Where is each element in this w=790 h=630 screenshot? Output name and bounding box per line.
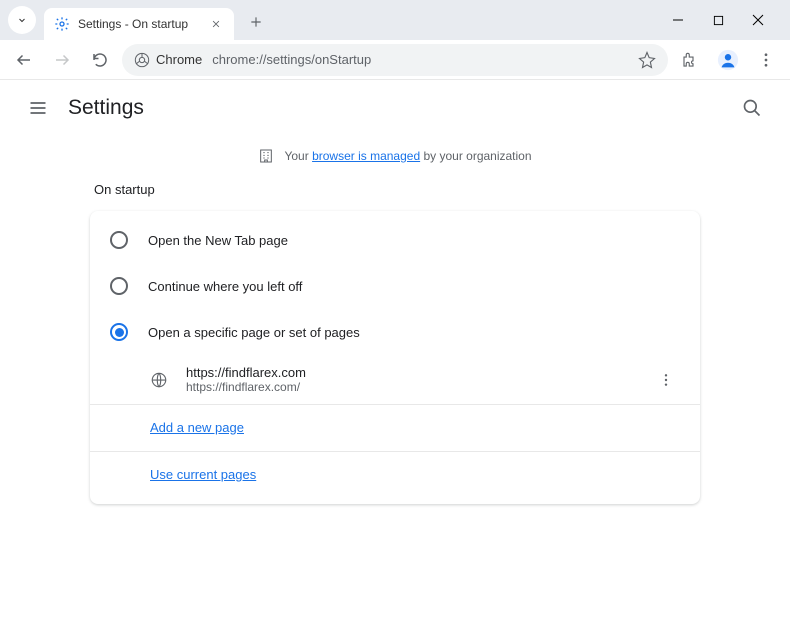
chevron-down-icon	[16, 14, 28, 26]
reload-button[interactable]	[84, 44, 116, 76]
radio-icon	[110, 277, 128, 295]
window-controls	[666, 8, 790, 32]
tab-search-dropdown[interactable]	[8, 6, 36, 34]
tab-close-button[interactable]	[208, 16, 224, 32]
hamburger-icon	[28, 98, 48, 118]
page-full-url: https://findflarex.com/	[186, 380, 652, 394]
building-icon	[258, 148, 274, 164]
new-tab-button[interactable]	[242, 8, 270, 36]
back-button[interactable]	[8, 44, 40, 76]
page-title: Settings	[68, 96, 144, 120]
managed-banner: Your browser is managed by your organiza…	[0, 136, 790, 182]
globe-icon	[150, 371, 168, 389]
add-page-link[interactable]: Add a new page	[150, 420, 244, 435]
close-window-button[interactable]	[746, 8, 770, 32]
radio-continue[interactable]: Continue where you left off	[90, 263, 700, 309]
menu-button[interactable]	[750, 44, 782, 76]
maximize-button[interactable]	[706, 8, 730, 32]
browser-tab[interactable]: Settings - On startup	[44, 8, 234, 40]
dots-vertical-icon	[658, 372, 674, 388]
radio-new-tab[interactable]: Open the New Tab page	[90, 217, 700, 263]
tab-title: Settings - On startup	[78, 17, 200, 31]
plus-icon	[249, 15, 263, 29]
radio-label: Open the New Tab page	[148, 233, 288, 248]
radio-label: Continue where you left off	[148, 279, 302, 294]
radio-specific-pages[interactable]: Open a specific page or set of pages	[90, 309, 700, 355]
settings-menu-button[interactable]	[20, 90, 56, 126]
gear-icon	[54, 16, 70, 32]
radio-label: Open a specific page or set of pages	[148, 325, 360, 340]
forward-arrow-icon	[53, 51, 71, 69]
section-title: On startup	[90, 182, 700, 197]
puzzle-icon	[681, 51, 699, 69]
add-page-row: Add a new page	[90, 405, 700, 452]
url-text: chrome://settings/onStartup	[212, 52, 628, 67]
back-arrow-icon	[15, 51, 33, 69]
extensions-button[interactable]	[674, 44, 706, 76]
site-chip-label: Chrome	[156, 52, 202, 67]
use-current-link[interactable]: Use current pages	[150, 467, 256, 482]
settings-content: On startup Open the New Tab page Continu…	[0, 182, 790, 504]
settings-search-button[interactable]	[734, 90, 770, 126]
site-chip[interactable]: Chrome	[134, 52, 202, 68]
radio-icon	[110, 231, 128, 249]
chrome-logo-icon	[134, 52, 150, 68]
settings-header: Settings	[0, 80, 790, 136]
dots-vertical-icon	[757, 51, 775, 69]
forward-button[interactable]	[46, 44, 78, 76]
avatar-icon	[717, 49, 739, 71]
profile-button[interactable]	[712, 44, 744, 76]
search-icon	[742, 98, 762, 118]
titlebar: Settings - On startup	[0, 0, 790, 40]
startup-card: Open the New Tab page Continue where you…	[90, 211, 700, 504]
startup-page-entry: https://findflarex.com https://findflare…	[90, 355, 700, 405]
radio-icon-selected	[110, 323, 128, 341]
star-icon	[638, 51, 656, 69]
page-info: https://findflarex.com https://findflare…	[186, 365, 652, 394]
minimize-icon	[672, 14, 684, 26]
reload-icon	[91, 51, 109, 69]
address-bar[interactable]: Chrome chrome://settings/onStartup	[122, 44, 668, 76]
browser-toolbar: Chrome chrome://settings/onStartup	[0, 40, 790, 80]
minimize-button[interactable]	[666, 8, 690, 32]
managed-link[interactable]: browser is managed	[312, 149, 420, 163]
close-icon	[211, 19, 221, 29]
use-current-row: Use current pages	[90, 452, 700, 498]
maximize-icon	[713, 15, 724, 26]
bookmark-button[interactable]	[638, 51, 656, 69]
close-icon	[752, 14, 764, 26]
page-display-url: https://findflarex.com	[186, 365, 652, 380]
page-more-button[interactable]	[652, 366, 680, 394]
banner-text: Your browser is managed by your organiza…	[284, 149, 531, 163]
